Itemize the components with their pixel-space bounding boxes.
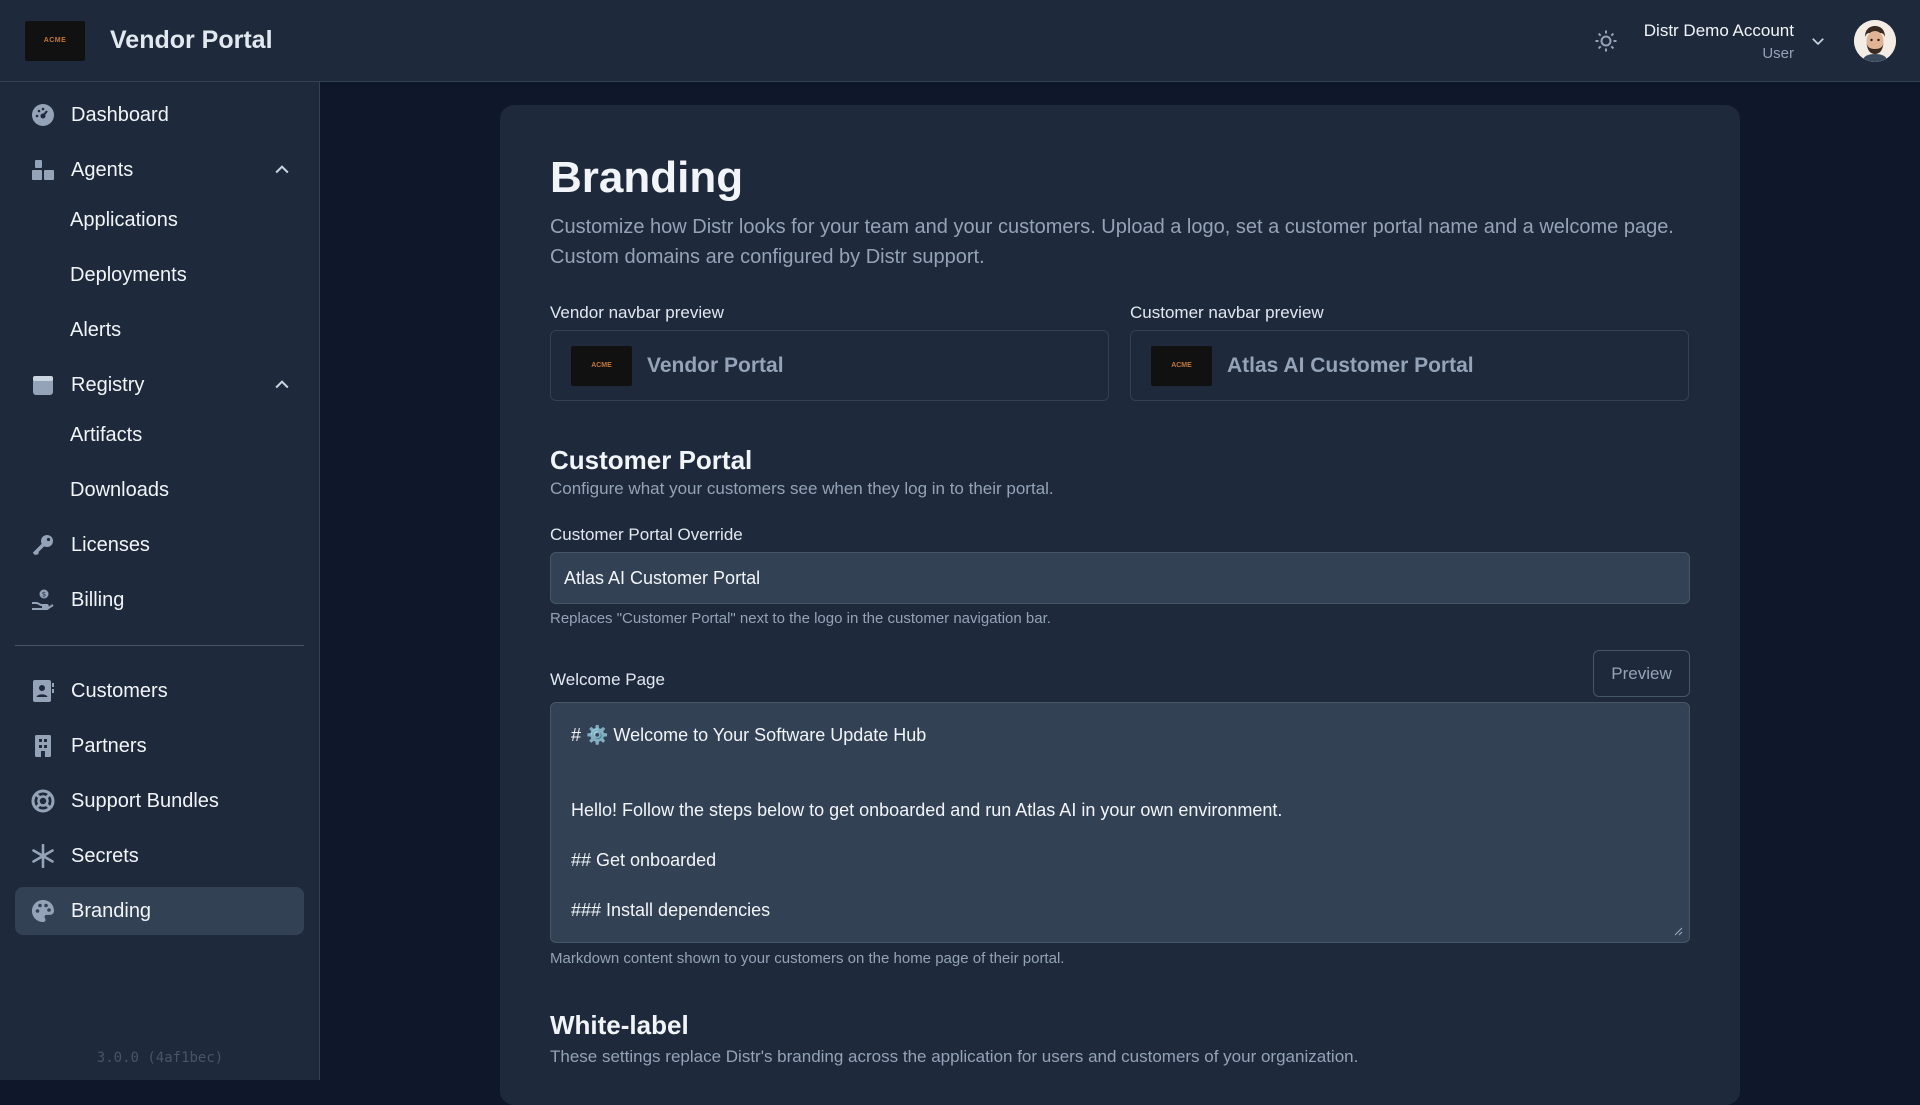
white-label-description: These settings replace Distr's branding … [550,1047,1359,1066]
top-navbar: ACME Vendor Portal Distr Demo Account Us… [0,0,1920,82]
page-description: Customize how Distr looks for your team … [550,216,1674,268]
editor-line: Hello! Follow the steps below to get onb… [571,800,1283,820]
sidebar-item-licenses[interactable]: Licenses [15,521,304,569]
white-label-heading: White-label [550,1010,689,1040]
portal-override-label: Customer Portal Override [550,525,743,544]
account-name: Distr Demo Account [1643,20,1794,40]
sidebar-item-label: Partners [71,734,147,757]
avatar[interactable] [1854,20,1896,62]
sidebar-item-label: Billing [71,588,125,611]
editor-line: ## Get onboarded [571,850,717,870]
asterisk-icon [30,843,56,869]
editor-line: ### Install dependencies [571,900,771,920]
dashboard-icon [30,102,56,128]
sidebar-item-partners[interactable]: Partners [15,722,304,770]
sidebar-item-label: Deployments [70,263,187,286]
sidebar-item-downloads[interactable]: Downloads [15,466,304,514]
vendor-navbar-preview: ACME Vendor Portal [550,330,1109,401]
sidebar-item-label: Licenses [71,533,150,556]
welcome-page-hint: Markdown content shown to your customers… [550,950,1065,967]
preview-logo: ACME [571,345,632,386]
sidebar-item-customers[interactable]: Customers [15,667,304,715]
sidebar-divider [15,645,304,646]
user-avatar-icon [1854,20,1896,62]
vendor-preview-label: Vendor navbar preview [550,303,724,322]
customer-preview-label: Customer navbar preview [1130,303,1324,322]
sidebar-item-deployments[interactable]: Deployments [15,251,304,299]
preview-button[interactable]: Preview [1593,650,1690,697]
sidebar-item-agents[interactable]: Agents [15,146,304,194]
account-dropdown-button[interactable] [1806,29,1830,53]
sidebar-item-label: Alerts [70,318,122,341]
sidebar: Dashboard Agents Applications Deployment… [0,82,320,1080]
sidebar-item-alerts[interactable]: Alerts [15,306,304,354]
sidebar-item-label: Applications [70,208,178,231]
sidebar-item-billing[interactable]: $ Billing [15,576,304,624]
app-title: Vendor Portal [110,26,273,54]
key-icon [30,532,56,558]
sidebar-item-dashboard[interactable]: Dashboard [15,91,304,139]
page-title: Branding [550,153,744,202]
sun-icon [1595,30,1617,52]
registry-icon [30,372,56,398]
preview-logo: ACME [1151,345,1212,386]
customer-portal-heading: Customer Portal [550,445,753,475]
welcome-page-label: Welcome Page [550,670,665,689]
agents-icon [30,157,56,183]
customer-portal-description: Configure what your customers see when t… [550,479,1054,498]
chevron-up-icon[interactable] [270,158,294,182]
sidebar-item-artifacts[interactable]: Artifacts [15,411,304,459]
editor-line: # ⚙️ Welcome to Your Software Update Hub [571,725,927,745]
chevron-up-icon[interactable] [270,373,294,397]
sidebar-item-label: Dashboard [71,103,169,126]
company-logo[interactable]: ACME [25,20,85,61]
portal-override-input[interactable] [550,552,1690,604]
preview-logo-text: ACME [591,362,612,369]
sidebar-item-label: Agents [71,158,134,181]
sidebar-item-secrets[interactable]: Secrets [15,832,304,880]
account-menu[interactable]: Distr Demo Account User [1644,21,1794,62]
sidebar-item-label: Artifacts [70,423,143,446]
theme-toggle-button[interactable] [1590,25,1622,57]
sidebar-item-label: Customers [71,679,168,702]
billing-icon: $ [30,587,56,613]
account-role: User [1762,44,1794,62]
welcome-page-editor[interactable]: # ⚙️ Welcome to Your Software Update Hub… [550,702,1690,943]
preview-logo-text: ACME [1171,362,1192,369]
customer-preview-title: Atlas AI Customer Portal [1227,353,1474,377]
chevron-down-icon [1812,38,1824,46]
palette-icon [30,898,56,924]
lifebuoy-icon [30,788,56,814]
resize-handle-icon[interactable] [1671,924,1683,936]
sidebar-item-label: Registry [71,373,145,396]
branding-card: Branding Customize how Distr looks for y… [500,105,1740,1105]
sidebar-item-label: Downloads [70,478,169,501]
logo-text: ACME [43,37,67,44]
sidebar-item-branding[interactable]: Branding [15,887,304,935]
sidebar-item-registry[interactable]: Registry [15,361,304,409]
sidebar-item-applications[interactable]: Applications [15,196,304,244]
sidebar-item-label: Support Bundles [71,789,219,812]
topbar-right: Distr Demo Account User [1590,0,1896,82]
vendor-preview-title: Vendor Portal [647,353,784,377]
svg-text:$: $ [42,591,46,599]
sidebar-item-support-bundles[interactable]: Support Bundles [15,777,304,825]
app-version: 3.0.0 (4af1bec) [96,1050,224,1066]
portal-override-hint: Replaces "Customer Portal" next to the l… [550,610,1051,627]
sidebar-item-label: Branding [71,899,152,922]
customer-navbar-preview: ACME Atlas AI Customer Portal [1130,330,1689,401]
customers-icon [30,678,56,704]
sidebar-item-label: Secrets [71,844,139,867]
partners-icon [30,733,56,759]
